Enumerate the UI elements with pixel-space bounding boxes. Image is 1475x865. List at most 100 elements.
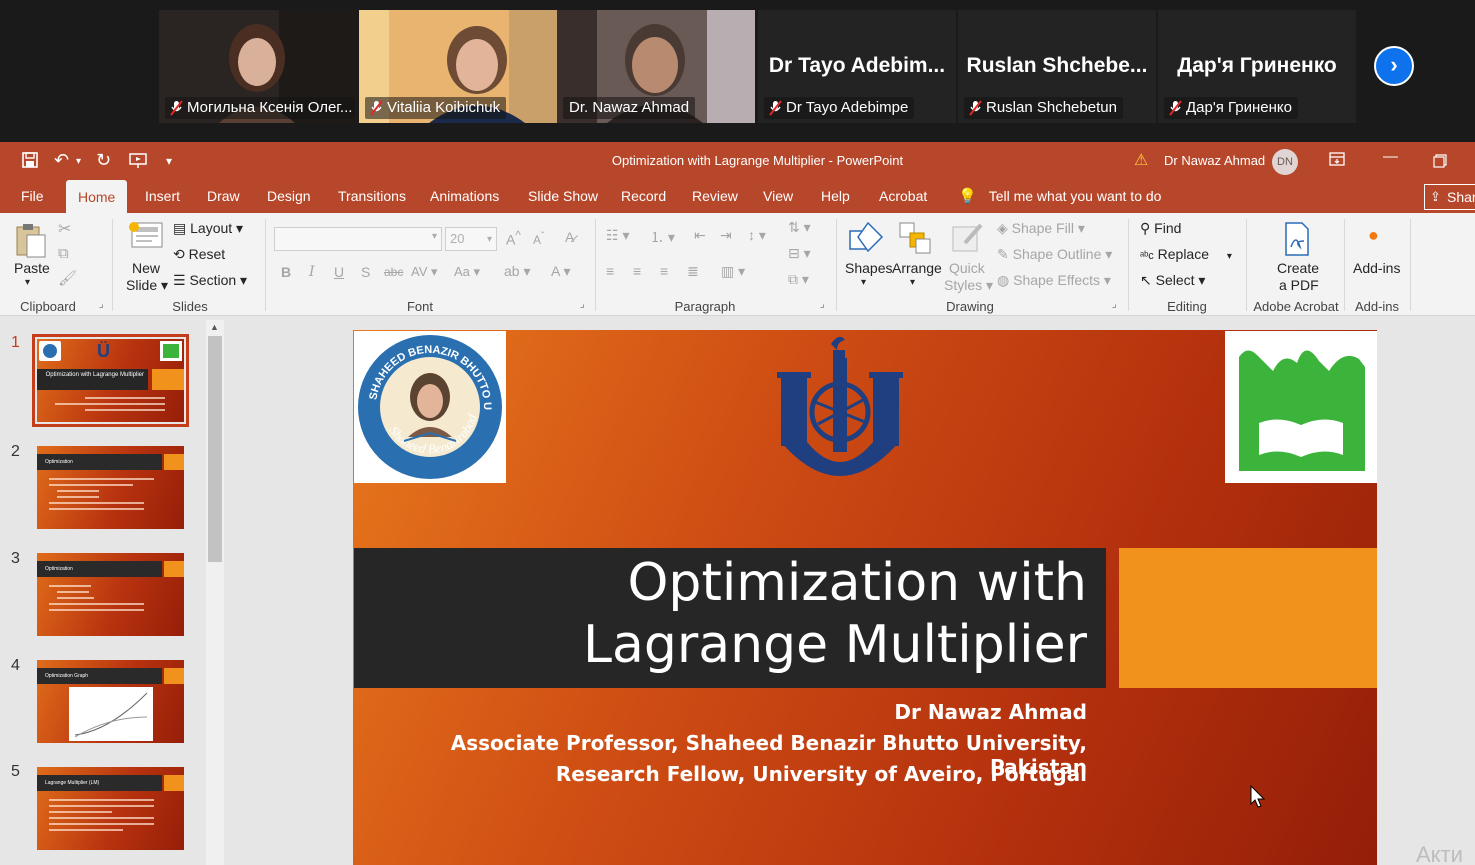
align-left-icon[interactable]: ≡	[606, 263, 614, 279]
account-name[interactable]: Dr Nawaz Ahmad	[1164, 153, 1265, 168]
shadow-icon[interactable]: S	[361, 264, 370, 280]
tab-insert[interactable]: Insert	[145, 188, 180, 204]
shapes-icon[interactable]	[848, 221, 884, 255]
shape-fill-button[interactable]: ◈ Shape Fill ▾	[997, 220, 1085, 237]
align-center-icon[interactable]: ≡	[633, 263, 641, 279]
participant-tile-5[interactable]: Ruslan Shchebe... Ruslan Shchebetun	[958, 10, 1156, 123]
strikethrough-icon[interactable]: abc	[384, 265, 403, 279]
decrease-indent-icon[interactable]: ⇤	[694, 227, 706, 244]
minimize-icon[interactable]: —	[1383, 148, 1398, 165]
ribbon-display-options-icon[interactable]	[1329, 152, 1345, 166]
bold-icon[interactable]: B	[281, 264, 291, 280]
font-size-input[interactable]: 20 ▾	[445, 227, 497, 251]
paste-button[interactable]: Paste	[14, 260, 50, 276]
tab-slide-show[interactable]: Slide Show	[528, 188, 598, 204]
thumbnail-scrollbar[interactable]: ▲	[206, 320, 224, 865]
format-painter-icon[interactable]: 🖌	[58, 269, 77, 287]
create-pdf-label-1[interactable]: Create	[1277, 260, 1319, 276]
new-slide-label-1[interactable]: New	[132, 260, 160, 276]
layout-button[interactable]: ▤ Layout ▾	[173, 220, 243, 237]
next-participants-button[interactable]: ›	[1374, 46, 1414, 86]
section-button[interactable]: ☰ Section ▾	[173, 272, 247, 289]
add-ins-icon[interactable]: ●	[1368, 225, 1379, 246]
slide-thumbnail-4[interactable]: Optimization Graph	[37, 660, 184, 743]
participant-tile-2[interactable]: Vitaliia Koibichuk	[359, 10, 557, 123]
select-button[interactable]: ↖ Select ▾	[1140, 272, 1205, 289]
participant-tile-4[interactable]: Dr Tayo Adebim... Dr Tayo Adebimpe	[758, 10, 956, 123]
avatar[interactable]: DN	[1272, 149, 1298, 175]
tab-design[interactable]: Design	[267, 188, 311, 204]
cut-icon[interactable]: ✂	[58, 219, 71, 239]
participant-tile-3[interactable]: Dr. Nawaz Ahmad	[557, 10, 755, 123]
chevron-down-icon[interactable]: ▾	[910, 277, 915, 288]
scrollbar-thumb[interactable]	[208, 336, 222, 562]
line-spacing-icon[interactable]: ↕ ▾	[748, 227, 766, 244]
arrange-button[interactable]: Arrange	[892, 260, 942, 276]
create-pdf-label-2[interactable]: a PDF	[1279, 277, 1319, 293]
align-right-icon[interactable]: ≡	[660, 263, 668, 279]
tab-view[interactable]: View	[763, 188, 793, 204]
tell-me-search[interactable]: 💡 Tell me what you want to do	[958, 187, 1161, 205]
tab-draw[interactable]: Draw	[207, 188, 240, 204]
new-slide-icon[interactable]	[126, 221, 164, 255]
slide-thumbnail-3[interactable]: Optimization	[37, 553, 184, 636]
highlight-icon[interactable]: ab ▾	[504, 263, 531, 280]
participant-tile-1[interactable]: Могильна Ксенія Олег...	[159, 10, 357, 123]
slide-canvas[interactable]: SHAHEED BENAZIR BHUTTO UNIVERSITY Shahee…	[353, 330, 1377, 865]
quick-styles-label-2[interactable]: Styles ▾	[944, 277, 993, 294]
dialog-launcher-icon[interactable]: ⌟	[99, 299, 104, 310]
italic-icon[interactable]: I	[309, 264, 315, 280]
tab-transitions[interactable]: Transitions	[338, 188, 406, 204]
grow-font-icon[interactable]: A^	[506, 229, 521, 248]
change-case-icon[interactable]: Aa ▾	[454, 264, 480, 280]
add-ins-button[interactable]: Add-ins	[1353, 260, 1400, 276]
slide-title[interactable]: Optimization with Lagrange Multiplier	[583, 552, 1087, 676]
slide-author[interactable]: Dr Nawaz Ahmad	[894, 700, 1087, 724]
warning-icon[interactable]: ⚠	[1134, 150, 1148, 170]
new-slide-label-2[interactable]: Slide ▾	[126, 277, 168, 294]
slide-thumbnail-2[interactable]: Optimization	[37, 446, 184, 529]
text-direction-icon[interactable]: ⇅ ▾	[788, 219, 811, 236]
slide-affiliation-2[interactable]: Research Fellow, University of Aveiro, P…	[556, 762, 1087, 786]
copy-icon[interactable]: ⧉	[58, 245, 69, 262]
quick-styles-label-1[interactable]: Quick	[949, 260, 985, 276]
clear-formatting-icon[interactable]: A̷	[565, 229, 574, 245]
justify-icon[interactable]: ≣	[687, 263, 699, 280]
font-color-icon[interactable]: A ▾	[551, 263, 570, 280]
tab-review[interactable]: Review	[692, 188, 738, 204]
increase-indent-icon[interactable]: ⇥	[720, 227, 732, 244]
slide-thumbnail-1[interactable]: Ü Optimization with Lagrange Multiplier	[32, 334, 189, 427]
scroll-up-icon[interactable]: ▲	[210, 322, 219, 332]
character-spacing-icon[interactable]: AV ▾	[411, 264, 438, 280]
shrink-font-icon[interactable]: Aˇ	[533, 231, 544, 247]
bullets-icon[interactable]: ☷ ▾	[606, 227, 629, 244]
align-text-icon[interactable]: ⊟ ▾	[788, 245, 811, 262]
arrange-icon[interactable]	[898, 221, 932, 255]
tab-acrobat[interactable]: Acrobat	[879, 188, 927, 204]
participant-tile-6[interactable]: Дар'я Гриненко Дар'я Гриненко	[1158, 10, 1356, 123]
tab-file[interactable]: File	[21, 188, 44, 204]
tab-record[interactable]: Record	[621, 188, 666, 204]
chevron-down-icon[interactable]: ▾	[861, 277, 866, 288]
restore-icon[interactable]	[1433, 154, 1447, 168]
dialog-launcher-icon[interactable]: ⌟	[820, 299, 825, 310]
tab-help[interactable]: Help	[821, 188, 850, 204]
shape-effects-button[interactable]: ◍ Shape Effects ▾	[997, 272, 1111, 289]
dialog-launcher-icon[interactable]: ⌟	[580, 299, 585, 310]
find-button[interactable]: ⚲ Find	[1140, 220, 1181, 237]
shape-outline-button[interactable]: ✎ Shape Outline ▾	[997, 246, 1112, 263]
smartart-icon[interactable]: ⧉ ▾	[788, 271, 809, 288]
dialog-launcher-icon[interactable]: ⌟	[1112, 299, 1117, 310]
font-name-input[interactable]: ▾	[274, 227, 442, 251]
tab-animations[interactable]: Animations	[430, 188, 499, 204]
paste-icon[interactable]	[14, 221, 48, 261]
share-button[interactable]: ⇪ Shar	[1424, 184, 1475, 210]
shapes-button[interactable]: Shapes	[845, 260, 892, 276]
columns-icon[interactable]: ▥ ▾	[721, 263, 745, 280]
numbering-icon[interactable]: ⒈ ▾	[650, 227, 675, 247]
slide-thumbnail-5[interactable]: Lagrange Multiplier (LM)	[37, 767, 184, 850]
reset-button[interactable]: ⟲ Reset	[173, 246, 225, 263]
quick-styles-icon[interactable]	[951, 221, 985, 255]
create-pdf-icon[interactable]	[1282, 221, 1312, 257]
replace-button[interactable]: ᵃᵇc Replace ▾	[1140, 246, 1232, 262]
